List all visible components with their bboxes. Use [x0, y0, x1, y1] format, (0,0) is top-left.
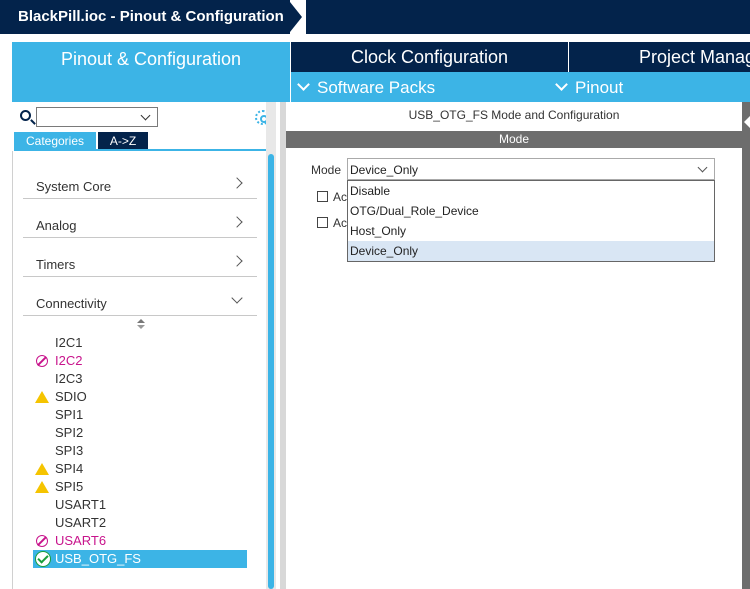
- check-circle-icon: [35, 551, 51, 567]
- peripheral-usb-otg-fs[interactable]: USB_OTG_FS: [33, 550, 247, 568]
- right-scrollbar[interactable]: [742, 102, 750, 589]
- peripheral-label: USART6: [55, 533, 107, 548]
- panel-title: USB_OTG_FS Mode and Configuration: [408, 108, 620, 122]
- blocked-icon: [36, 355, 48, 367]
- checkbox-1[interactable]: [317, 191, 328, 202]
- blocked-icon: [36, 535, 48, 547]
- software-packs-menu[interactable]: Software Packs: [297, 72, 436, 102]
- checkbox-2-label: Ac: [333, 216, 348, 230]
- dropdown-option-host-only[interactable]: Host_Only: [348, 221, 714, 241]
- peripheral-label: SPI1: [55, 407, 84, 422]
- tab-a-z[interactable]: A->Z: [98, 132, 148, 150]
- peripheral-label: I2C1: [55, 335, 83, 350]
- software-packs-label: Software Packs: [317, 78, 436, 97]
- mode-select-value: Device_Only: [350, 163, 419, 177]
- scrollbar-thumb[interactable]: [268, 154, 274, 589]
- main-tabs: Pinout & Configuration Clock Configurati…: [0, 36, 750, 108]
- peripheral-label: USART2: [55, 515, 107, 530]
- warning-icon: [35, 481, 49, 493]
- category-label: Connectivity: [36, 296, 107, 311]
- breadcrumb-arrow-outline: [290, 2, 302, 32]
- peripheral-label: I2C3: [55, 371, 83, 386]
- peripheral-label: USB_OTG_FS: [55, 551, 141, 566]
- peripheral-label: I2C2: [55, 353, 83, 368]
- warning-icon: [35, 391, 49, 403]
- chevron-right-icon: [231, 216, 243, 228]
- window-title: BlackPill.ioc - Pinout & Configuration: [0, 0, 290, 34]
- peripheral-usart1[interactable]: USART1: [33, 496, 247, 514]
- sub-nav-bar: Software Packs Pinout: [291, 72, 750, 102]
- peripheral-i2c3[interactable]: I2C3: [33, 370, 247, 388]
- breadcrumb-rest: [306, 0, 750, 34]
- categories-panel: Categories A->Z System Core Analog Timer…: [12, 102, 280, 589]
- category-label: Analog: [36, 218, 77, 233]
- chevron-right-icon: [231, 177, 243, 189]
- mode-label: Mode: [311, 163, 342, 177]
- peripheral-usart2[interactable]: USART2: [33, 514, 247, 532]
- checkbox-2[interactable]: [317, 217, 328, 228]
- dropdown-option-otg-dual-role[interactable]: OTG/Dual_Role_Device: [348, 201, 714, 221]
- tab-project-manager[interactable]: Project Manag: [569, 42, 750, 72]
- left-scrollbar[interactable]: [266, 102, 276, 589]
- peripheral-i2c1[interactable]: I2C1: [33, 334, 247, 352]
- category-analog[interactable]: Analog: [23, 200, 257, 238]
- mode-select[interactable]: Device_Only: [347, 158, 715, 180]
- title-bar: BlackPill.ioc - Pinout & Configuration: [0, 0, 750, 36]
- chevron-right-icon: [231, 255, 243, 267]
- peripheral-label: SPI4: [55, 461, 84, 476]
- peripheral-spi4[interactable]: SPI4: [33, 460, 247, 478]
- peripheral-spi1[interactable]: SPI1: [33, 406, 247, 424]
- chevron-down-icon: [297, 78, 310, 91]
- chevron-down-icon: [697, 162, 708, 173]
- category-label: Timers: [36, 257, 76, 272]
- pinout-label: Pinout: [575, 78, 624, 97]
- pinout-menu[interactable]: Pinout: [555, 72, 624, 102]
- category-timers[interactable]: Timers: [23, 239, 257, 277]
- peripheral-spi2[interactable]: SPI2: [33, 424, 247, 442]
- dropdown-option-device-only[interactable]: Device_Only: [348, 241, 714, 261]
- tab-pinout-configuration[interactable]: Pinout & Configuration: [12, 42, 290, 108]
- tab-categories[interactable]: Categories: [14, 132, 96, 150]
- search-icon: [20, 110, 31, 121]
- chevron-down-icon: [231, 292, 243, 304]
- category-connectivity[interactable]: Connectivity: [23, 278, 257, 316]
- category-list: System Core Analog Timers Connectivity I…: [12, 151, 278, 589]
- category-system-core[interactable]: System Core: [23, 161, 257, 199]
- peripheral-spi3[interactable]: SPI3: [33, 442, 247, 460]
- peripheral-label: SPI5: [55, 479, 84, 494]
- mode-section-header: Mode: [286, 131, 742, 148]
- peripheral-i2c2[interactable]: I2C2: [33, 352, 247, 370]
- checkbox-1-label: Ac: [333, 190, 348, 204]
- peripheral-label: USART1: [55, 497, 107, 512]
- sort-icon[interactable]: [137, 319, 145, 331]
- category-label: System Core: [36, 179, 112, 194]
- mode-configuration-panel: USB_OTG_FS Mode and Configuration Mode M…: [286, 102, 750, 589]
- mode-dropdown-list: Disable OTG/Dual_Role_Device Host_Only D…: [347, 180, 715, 262]
- search-row: [12, 104, 280, 130]
- peripheral-label: SDIO: [55, 389, 87, 404]
- search-input[interactable]: [36, 107, 158, 127]
- peripheral-label: SPI2: [55, 425, 84, 440]
- peripheral-usart6[interactable]: USART6: [33, 532, 247, 550]
- warning-icon: [35, 463, 49, 475]
- peripheral-sdio[interactable]: SDIO: [33, 388, 247, 406]
- tab-clock-configuration[interactable]: Clock Configuration: [291, 42, 568, 72]
- dropdown-option-disable[interactable]: Disable: [348, 181, 714, 201]
- peripheral-spi5[interactable]: SPI5: [33, 478, 247, 496]
- peripheral-label: SPI3: [55, 443, 84, 458]
- chevron-down-icon: [555, 78, 568, 91]
